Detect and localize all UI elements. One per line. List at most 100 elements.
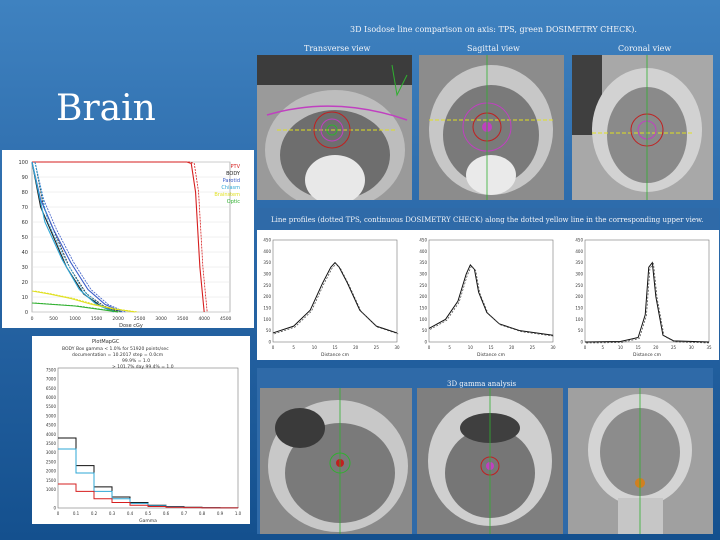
dvh-x-tick-label: 500 <box>49 316 58 322</box>
dvh-x-tick-label: 2000 <box>112 316 124 322</box>
profile-y-tick-label: 150 <box>419 306 427 311</box>
gamma-x-tick-label: 0.9 <box>217 511 224 516</box>
profile-y-tick-label: 100 <box>419 317 427 322</box>
gamma-panel-body-line: BODY Box gamma < 1.0% for 51920 points/s… <box>62 347 169 352</box>
gamma-y-tick-label: 4500 <box>46 423 57 428</box>
profile-y-tick-label: 450 <box>263 238 271 243</box>
dvh-x-axis-label: Dose cGy <box>119 323 143 328</box>
gamma-plot-frame <box>57 367 239 509</box>
dvh-chart-panel: 0 10 20 30 40 50 60 70 80 90 100 0 500 1000 1500 2000 25… <box>2 150 254 328</box>
dvh-y-tick-label: 100 <box>18 160 28 166</box>
dvh-legend-entry: Optic <box>227 199 240 205</box>
gamma-panel-note3: > 101.7% day 99.4% = 1.0 <box>112 365 174 370</box>
gamma-y-tick-label: 4000 <box>46 432 57 437</box>
dvh-y-tick-label: 30 <box>22 265 28 271</box>
gamma-coronal-image <box>568 388 713 534</box>
dvh-x-tick-label: 1500 <box>91 316 103 322</box>
profile-x-tick-label: 5 <box>292 345 295 350</box>
dvh-chart: 01020304050607080901000 500 1000 1500 2000 25… <box>18 160 241 328</box>
gamma-x-tick-label: 0.4 <box>127 511 134 516</box>
dvh-legend-entry: BODY <box>226 171 241 177</box>
profile-x-tick-label: 35 <box>706 345 712 350</box>
dvh-x-tick-label: 1000 <box>69 316 81 322</box>
dvh-legend-entry: Brainstem <box>214 192 240 198</box>
profile-y-tick-label: 300 <box>419 272 427 277</box>
profile-y-tick-label: 50 <box>578 328 584 333</box>
profile-x-tick-label: 20 <box>653 345 659 350</box>
gamma-x-axis-label: Gamma <box>139 518 157 524</box>
profile-y-tick-label: 350 <box>575 260 583 265</box>
coronal-view-label: Coronal view <box>618 44 672 53</box>
profile-dosimetry-line <box>272 261 398 334</box>
profile-y-tick-label: 400 <box>263 249 271 254</box>
profile-y-tick-label: 350 <box>419 260 427 265</box>
dvh-x-tick-label: 2500 <box>134 316 146 322</box>
profile-y-tick-label: 100 <box>263 317 271 322</box>
profile-y-tick-label: 250 <box>263 283 271 288</box>
sagittal-scan-svg <box>419 55 564 200</box>
profile-x-axis-label: Distance cm <box>321 352 349 358</box>
profile-y-tick-label: 0 <box>580 340 583 345</box>
sagittal-view-label: Sagittal view <box>467 44 520 53</box>
profile-x-tick-label: 10 <box>312 345 318 350</box>
profile-x-tick-label: 0 <box>584 345 587 350</box>
coronal-view-image <box>572 55 713 200</box>
profile-x-tick-label: 0 <box>428 345 431 350</box>
profile-y-tick-label: 0 <box>268 340 271 345</box>
gamma-y-tick-label: 1000 <box>46 487 57 492</box>
dvh-y-tick-label: 10 <box>22 295 28 301</box>
dvh-x-tick-label: 4500 <box>220 316 232 322</box>
profile-tps-line <box>430 265 555 337</box>
line-profile-chart-transverse: 0 50 100 150 200 250 300 350 400 450 0 5 10 15 20 25 30 D… <box>263 238 400 359</box>
profile-y-tick-label: 300 <box>263 272 271 277</box>
profile-y-tick-label: 100 <box>575 317 583 322</box>
profile-x-tick-label: 5 <box>601 345 604 350</box>
gamma-x-tick-label: 0.2 <box>91 511 98 516</box>
gamma-y-tick-label: 1500 <box>46 478 57 483</box>
dvh-y-tick-label: 60 <box>22 220 28 226</box>
profile-x-tick-label: 20 <box>509 345 515 350</box>
gamma-panel-note2: 99.9% = 1.0 <box>122 359 151 364</box>
profile-x-axis-label: Distance cm <box>477 352 505 358</box>
profile-x-axis-label: Distance cm <box>633 352 661 358</box>
profile-y-tick-label: 400 <box>419 249 427 254</box>
gamma-y-tick-label: 7000 <box>46 377 57 382</box>
gamma-histogram-panel: PlotMapGC BODY Box gamma < 1.0% for 5192… <box>32 336 250 524</box>
slide-title: Brain <box>56 88 156 129</box>
gamma-y-tick-label: 0 <box>53 506 56 511</box>
profile-y-tick-label: 0 <box>424 340 427 345</box>
profile-x-tick-label: 15 <box>636 345 642 350</box>
profile-y-tick-label: 200 <box>575 294 583 299</box>
transverse-view-label: Transverse view <box>304 44 371 53</box>
dvh-y-tick-label: 70 <box>22 205 28 211</box>
gamma-transverse-svg <box>260 388 412 534</box>
gamma-x-tick-label: 0.7 <box>181 511 188 516</box>
gamma-sagittal-svg <box>417 388 563 534</box>
gamma-y-tick-label: 3000 <box>46 450 57 455</box>
gamma-transverse-image <box>260 388 412 534</box>
gamma-panel-title: PlotMapGC <box>92 339 120 345</box>
gamma-analysis-panel: 3D gamma analysis <box>257 368 713 534</box>
profile-plot-frame <box>428 239 554 343</box>
profile-y-tick-label: 300 <box>575 272 583 277</box>
line-profiles-panel: Line profiles (dotted TPS, continuous DO… <box>257 208 719 360</box>
profile-y-tick-label: 250 <box>575 283 583 288</box>
profile-x-tick-label: 0 <box>272 345 275 350</box>
gamma-y-tick-label: 5500 <box>46 404 57 409</box>
gamma-y-tick-label: 2500 <box>46 459 57 464</box>
gamma-x-tick-label: 0.5 <box>145 511 152 516</box>
dvh-y-tick-label: 40 <box>22 250 28 256</box>
profile-y-tick-label: 200 <box>419 294 427 299</box>
profile-x-tick-label: 30 <box>550 345 556 350</box>
transverse-view-image <box>257 55 412 200</box>
gamma-x-tick-label: 0.3 <box>109 511 116 516</box>
profile-y-tick-label: 150 <box>263 306 271 311</box>
gamma-y-tick-label: 2000 <box>46 469 57 474</box>
dvh-y-tick-label: 0 <box>25 310 28 316</box>
gamma-coronal-svg <box>568 388 713 534</box>
dvh-x-tick-label: 4000 <box>198 316 210 322</box>
profile-x-tick-label: 20 <box>353 345 359 350</box>
line-profile-chart-sagittal: 0 50 100 150 200 250 300 350 400 450 0 5 10 15 20 25 30 D… <box>419 238 556 359</box>
gamma-x-tick-label: 0.8 <box>199 511 206 516</box>
profile-y-tick-label: 50 <box>422 328 428 333</box>
